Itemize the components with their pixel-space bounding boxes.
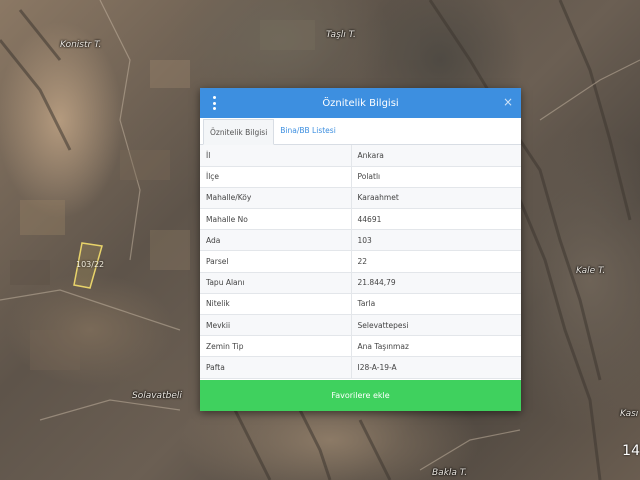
attribute-table: İl Ankara İlçe Polatlı Mahalle/Köy Karaa…	[200, 145, 521, 379]
row-key: Parsel	[200, 250, 352, 273]
row-key: Mevkii	[200, 314, 352, 337]
row-value: Ana Taşınmaz	[351, 335, 521, 358]
dialog-tabs: Öznitelik Bilgisi Bina/BB Listesi	[200, 118, 521, 145]
row-value: 22	[351, 250, 521, 273]
row-value: Polatlı	[351, 166, 521, 188]
table-row: Mevkii Selevattepesi	[200, 314, 521, 337]
row-key: Nitelik	[200, 293, 352, 316]
close-icon[interactable]: ×	[503, 96, 513, 108]
table-row: İlçe Polatlı	[200, 166, 521, 188]
table-row: Pafta I28-A-19-A	[200, 356, 521, 379]
row-value: 103	[351, 229, 521, 252]
tab-attribute-info[interactable]: Öznitelik Bilgisi	[203, 119, 275, 145]
map-label-kasi: Kası	[620, 409, 639, 419]
table-row: Mahalle No 44691	[200, 208, 521, 231]
row-value: Karaahmet	[351, 187, 521, 210]
map-label-solavatbeli: Solavatbeli	[132, 391, 182, 401]
table-row: Parsel 22	[200, 250, 521, 273]
add-to-favorites-button[interactable]: Favorilere ekle	[200, 380, 521, 411]
row-key: Pafta	[200, 356, 352, 379]
map-label-kale: Kale T.	[576, 266, 606, 276]
tab-building-list[interactable]: Bina/BB Listesi	[274, 118, 342, 144]
map-label-konistr: Konistr T.	[60, 40, 102, 50]
map-label-tasli: Taşlı T.	[326, 30, 356, 40]
row-value: Tarla	[351, 293, 521, 316]
row-value: I28-A-19-A	[351, 356, 521, 379]
row-key: Zemin Tip	[200, 335, 352, 358]
row-key: Ada	[200, 229, 352, 252]
row-value: Ankara	[351, 145, 521, 167]
row-key: Mahalle No	[200, 208, 352, 231]
table-row: Nitelik Tarla	[200, 293, 521, 316]
dialog-title: Öznitelik Bilgisi	[322, 97, 399, 109]
table-row: Tapu Alanı 21.844,79	[200, 272, 521, 294]
row-key: İlçe	[200, 166, 352, 188]
parcel-label: 103/22	[76, 260, 105, 269]
row-key: Mahalle/Köy	[200, 187, 352, 210]
table-row: Ada 103	[200, 229, 521, 252]
row-value: Selevattepesi	[351, 314, 521, 337]
row-value: 44691	[351, 208, 521, 231]
map-label-bakla: Bakla T.	[432, 468, 468, 478]
table-row: İl Ankara	[200, 145, 521, 167]
row-value: 21.844,79	[351, 272, 521, 294]
row-key: İl	[200, 145, 352, 167]
table-row: Mahalle/Köy Karaahmet	[200, 187, 521, 210]
table-row: Zemin Tip Ana Taşınmaz	[200, 335, 521, 358]
corner-number: 14	[622, 443, 640, 459]
dialog-header: Öznitelik Bilgisi ×	[200, 88, 521, 118]
kebab-menu-icon[interactable]	[211, 96, 217, 110]
attribute-info-dialog: Öznitelik Bilgisi × Öznitelik Bilgisi Bi…	[200, 88, 521, 411]
row-key: Tapu Alanı	[200, 272, 352, 294]
